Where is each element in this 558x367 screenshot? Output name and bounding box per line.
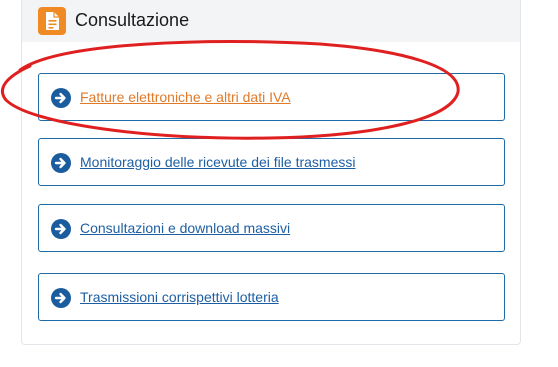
arrow-right-circle-icon [51,153,71,173]
arrow-right-circle-icon [51,88,71,108]
card-header: Consultazione [22,0,520,42]
link-label[interactable]: Monitoraggio delle ricevute dei file tra… [80,153,355,171]
page: Consultazione Fatture elettroniche e alt… [0,0,558,367]
section-title: Consultazione [75,10,190,30]
link-trasmissioni-corrispettivi[interactable]: Trasmissioni corrispettivi lotteria [38,273,505,321]
link-monitoraggio-ricevute[interactable]: Monitoraggio delle ricevute dei file tra… [38,138,505,186]
consultazione-card: Consultazione Fatture elettroniche e alt… [21,0,521,345]
link-consultazioni-download[interactable]: Consultazioni e download massivi [38,204,505,252]
link-label[interactable]: Fatture elettroniche e altri dati IVA [80,88,291,106]
link-label[interactable]: Consultazioni e download massivi [80,219,290,237]
arrow-right-circle-icon [51,219,71,239]
link-label[interactable]: Trasmissioni corrispettivi lotteria [80,288,279,306]
link-fatture-elettroniche[interactable]: Fatture elettroniche e altri dati IVA [38,73,505,121]
document-icon [38,7,66,35]
arrow-right-circle-icon [51,288,71,308]
